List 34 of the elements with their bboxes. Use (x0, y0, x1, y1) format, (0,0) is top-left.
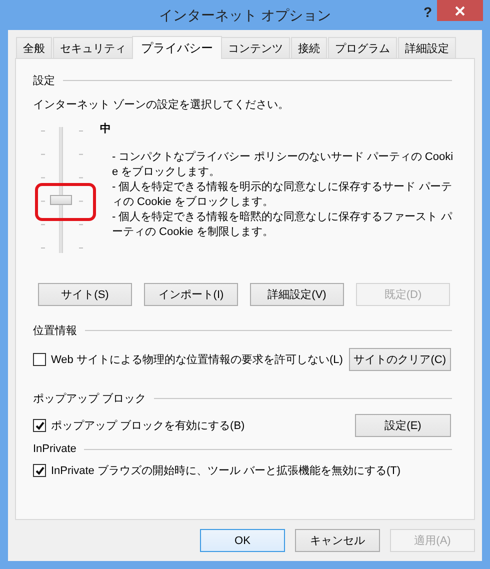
description-text: - 個人を特定できる情報を明示的な同意なしに保存するサード パーティの Cookie をブロックします。 (112, 180, 453, 210)
dialog-button[interactable]: 詳細設定(V) (250, 283, 344, 306)
dialog-button[interactable]: サイト(S) (38, 283, 132, 306)
close-icon (455, 6, 465, 16)
window-title: インターネット オプション (159, 6, 331, 25)
tab[interactable]: プログラム (328, 37, 397, 58)
dialog-button[interactable]: キャンセル (295, 529, 380, 552)
tab[interactable]: プライバシー (132, 36, 222, 59)
description-text: - 個人を特定できる情報を暗黙的な同意なしに保存するファースト パーティの Cookie を制限します。 (112, 210, 454, 240)
description-text: - コンパクトなプライバシー ポリシーのないサード パーティの Cookie をブロックします。 (112, 150, 454, 180)
close-button[interactable] (437, 0, 483, 21)
tab[interactable]: 詳細設定 (398, 37, 456, 58)
dialog-button[interactable]: OK (200, 529, 285, 552)
help-button[interactable]: ? (423, 4, 432, 20)
tab[interactable]: セキュリティ (53, 37, 133, 58)
settings-button[interactable]: 設定(E) (355, 414, 451, 437)
privacy-level: 中 (100, 122, 112, 136)
checkbox-label[interactable]: Web サイトによる物理的な位置情報の要求を許可しない(L) (51, 352, 343, 367)
checkbox[interactable] (33, 419, 46, 432)
instruction-text: インターネット ゾーンの設定を選択してください。 (33, 98, 290, 112)
group-heading: 位置情報 (33, 324, 77, 338)
group-heading: ポップアップ ブロック (33, 392, 146, 406)
tab[interactable]: 全般 (16, 37, 52, 58)
dialog-button[interactable]: インポート(I) (144, 283, 238, 306)
checkbox[interactable] (33, 353, 46, 366)
group-heading: InPrivate (33, 443, 76, 455)
checkbox-label[interactable]: InPrivate ブラウズの開始時に、ツール バーと拡張機能を無効にする(T) (51, 463, 401, 478)
checkbox[interactable] (33, 464, 46, 477)
group-heading: 設定 (33, 74, 55, 88)
checkbox-label[interactable]: ポップアップ ブロックを有効にする(B) (51, 418, 245, 433)
slider-thumb[interactable] (50, 195, 72, 206)
clear-sites-button[interactable]: サイトのクリア(C) (348, 348, 451, 371)
tab[interactable]: コンテンツ (221, 37, 290, 58)
tab[interactable]: 接続 (291, 37, 327, 58)
